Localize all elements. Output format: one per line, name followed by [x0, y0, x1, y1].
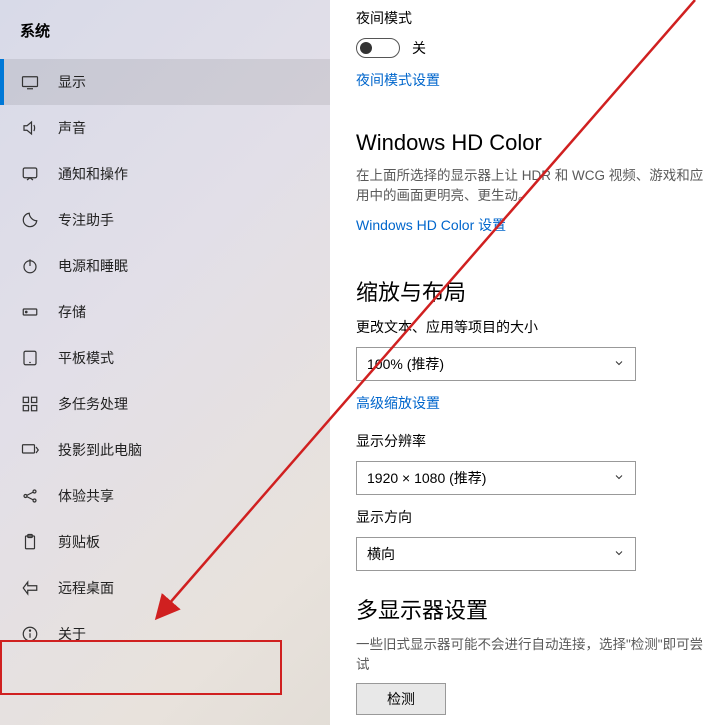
resolution-select[interactable]: 1920 × 1080 (推荐) [356, 461, 636, 495]
sidebar-header: 系统 [0, 12, 330, 59]
sidebar-item-label: 体验共享 [58, 486, 114, 506]
sidebar-item-display[interactable]: 显示 [0, 59, 330, 105]
sidebar-item-multitask[interactable]: 多任务处理 [0, 381, 330, 427]
sidebar-item-focus[interactable]: 专注助手 [0, 197, 330, 243]
detect-button[interactable]: 检测 [356, 683, 446, 715]
tablet-icon [20, 348, 40, 368]
resolution-label: 显示分辨率 [356, 431, 711, 451]
sound-icon [20, 118, 40, 138]
night-mode-label: 夜间模式 [356, 8, 711, 28]
scale-select[interactable]: 100% (推荐) [356, 347, 636, 381]
sidebar-item-about[interactable]: 关于 [0, 611, 330, 657]
clipboard-icon [20, 532, 40, 552]
chevron-down-icon [613, 356, 625, 372]
orientation-value: 横向 [367, 544, 395, 564]
sidebar-item-label: 存储 [58, 302, 86, 322]
storage-icon [20, 302, 40, 322]
sidebar-item-label: 电源和睡眠 [58, 256, 128, 276]
display-icon [20, 72, 40, 92]
sidebar-item-storage[interactable]: 存储 [0, 289, 330, 335]
advanced-scale-link[interactable]: 高级缩放设置 [356, 393, 440, 413]
share-icon [20, 486, 40, 506]
hdcolor-title: Windows HD Color [356, 130, 711, 156]
sidebar-item-label: 通知和操作 [58, 164, 128, 184]
sidebar-item-tablet[interactable]: 平板模式 [0, 335, 330, 381]
chevron-down-icon [613, 546, 625, 562]
power-icon [20, 256, 40, 276]
orientation-label: 显示方向 [356, 507, 711, 527]
multitask-icon [20, 394, 40, 414]
remote-icon [20, 578, 40, 598]
about-icon [20, 624, 40, 644]
hdcolor-desc: 在上面所选择的显示器上让 HDR 和 WCG 视频、游戏和应用中的画面更明亮、更… [356, 166, 711, 207]
sidebar-item-label: 多任务处理 [58, 394, 128, 414]
sidebar-item-label: 远程桌面 [58, 578, 114, 598]
orientation-select[interactable]: 横向 [356, 537, 636, 571]
sidebar-item-label: 声音 [58, 118, 86, 138]
sidebar-item-remote[interactable]: 远程桌面 [0, 565, 330, 611]
focus-icon [20, 210, 40, 230]
sidebar-item-label: 显示 [58, 72, 86, 92]
sidebar-item-label: 投影到此电脑 [58, 440, 142, 460]
night-mode-settings-link[interactable]: 夜间模式设置 [356, 70, 440, 90]
scale-title: 缩放与布局 [356, 275, 711, 307]
sidebar-item-label: 剪贴板 [58, 532, 100, 552]
notifications-icon [20, 164, 40, 184]
resolution-value: 1920 × 1080 (推荐) [367, 468, 486, 488]
sidebar-item-label: 平板模式 [58, 348, 114, 368]
sidebar-item-clipboard[interactable]: 剪贴板 [0, 519, 330, 565]
sidebar-item-project[interactable]: 投影到此电脑 [0, 427, 330, 473]
scale-value: 100% (推荐) [367, 354, 444, 374]
sidebar-item-notifications[interactable]: 通知和操作 [0, 151, 330, 197]
content-panel: 夜间模式 关 夜间模式设置 Windows HD Color 在上面所选择的显示… [330, 0, 711, 725]
night-mode-state: 关 [412, 38, 426, 58]
multi-display-title: 多显示器设置 [356, 593, 711, 625]
sidebar-item-power[interactable]: 电源和睡眠 [0, 243, 330, 289]
sidebar-item-share[interactable]: 体验共享 [0, 473, 330, 519]
scale-label: 更改文本、应用等项目的大小 [356, 317, 711, 337]
sidebar: 系统 显示 声音 通知和操作 专注助手 电源和睡眠 存储 平板模式 [0, 0, 330, 725]
sidebar-item-label: 专注助手 [58, 210, 114, 230]
chevron-down-icon [613, 470, 625, 486]
hdcolor-settings-link[interactable]: Windows HD Color 设置 [356, 215, 506, 235]
night-mode-toggle[interactable] [356, 38, 400, 58]
sidebar-item-sound[interactable]: 声音 [0, 105, 330, 151]
multi-display-desc: 一些旧式显示器可能不会进行自动连接，选择"检测"即可尝试 [356, 635, 711, 676]
sidebar-item-label: 关于 [58, 624, 86, 644]
project-icon [20, 440, 40, 460]
